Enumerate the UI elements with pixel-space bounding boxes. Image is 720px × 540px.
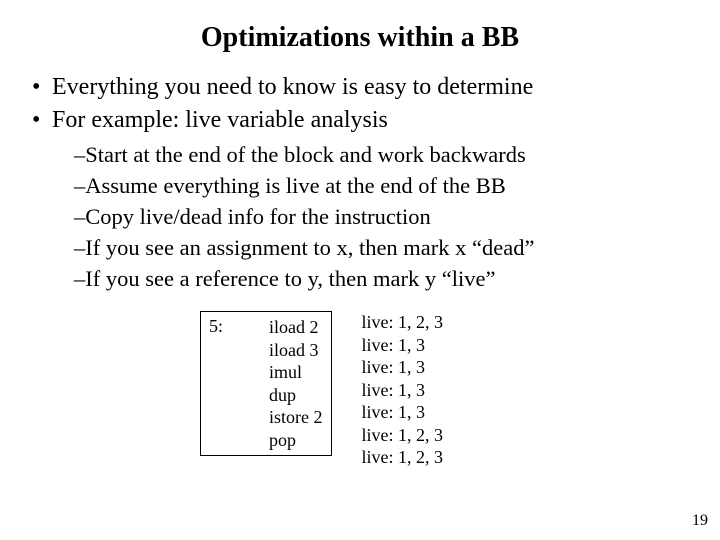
sub-bullet-item: –If you see an assignment to x, then mar… [74, 234, 690, 263]
bullet-item: For example: live variable analysis [30, 105, 690, 136]
live-line: live: 1, 2, 3 [362, 311, 444, 334]
code-line: dup [269, 384, 323, 407]
bullet-list: Everything you need to know is easy to d… [30, 72, 690, 135]
live-line: live: 1, 3 [362, 379, 444, 402]
live-column: live: 1, 2, 3 live: 1, 3 live: 1, 3 live… [362, 311, 444, 469]
code-line: istore 2 [269, 406, 323, 429]
bullet-item: Everything you need to know is easy to d… [30, 72, 690, 103]
code-label: 5: [209, 316, 269, 451]
page-number: 19 [692, 512, 708, 530]
live-line: live: 1, 3 [362, 356, 444, 379]
slide-title: Optimizations within a BB [30, 22, 690, 54]
code-line: iload 2 [269, 316, 323, 339]
sub-bullet-item: –Start at the end of the block and work … [74, 141, 690, 170]
sub-bullet-item: –Assume everything is live at the end of… [74, 172, 690, 201]
live-line: live: 1, 2, 3 [362, 424, 444, 447]
code-line: pop [269, 429, 323, 452]
slide: Optimizations within a BB Everything you… [0, 0, 720, 540]
live-line: live: 1, 3 [362, 401, 444, 424]
code-instructions: iload 2 iload 3 imul dup istore 2 pop [269, 316, 323, 451]
example-row: 5: iload 2 iload 3 imul dup istore 2 pop… [200, 311, 690, 469]
code-box: 5: iload 2 iload 3 imul dup istore 2 pop [200, 311, 332, 456]
live-line: live: 1, 2, 3 [362, 446, 444, 469]
code-line: imul [269, 361, 323, 384]
live-line: live: 1, 3 [362, 334, 444, 357]
sub-bullet-item: –If you see a reference to y, then mark … [74, 265, 690, 294]
code-line: iload 3 [269, 339, 323, 362]
sub-bullet-item: –Copy live/dead info for the instruction [74, 203, 690, 232]
sub-bullet-list: –Start at the end of the block and work … [30, 141, 690, 293]
